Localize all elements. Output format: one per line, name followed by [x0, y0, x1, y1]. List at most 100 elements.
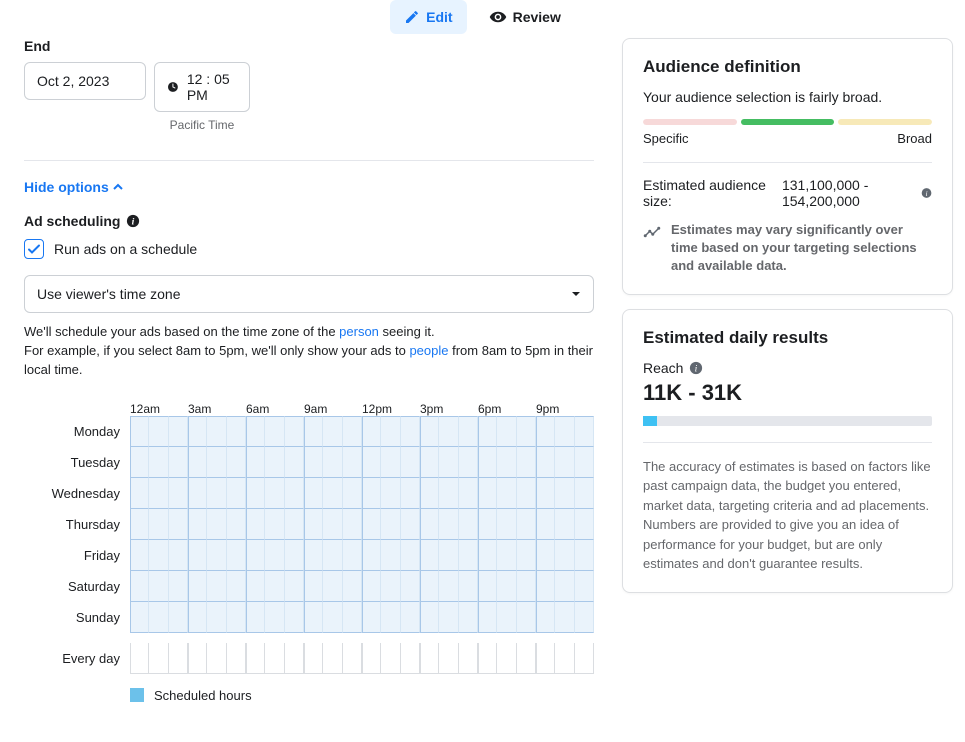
schedule-cell[interactable]	[343, 478, 362, 509]
schedule-cell[interactable]	[149, 478, 168, 509]
schedule-cell[interactable]	[555, 509, 574, 540]
schedule-cell[interactable]	[285, 478, 304, 509]
schedule-cell[interactable]	[497, 540, 516, 571]
person-link[interactable]: person	[339, 324, 379, 339]
schedule-cell[interactable]	[575, 447, 594, 478]
schedule-cell[interactable]	[362, 478, 381, 509]
schedule-cell[interactable]	[188, 416, 207, 447]
schedule-cell[interactable]	[207, 602, 226, 633]
schedule-cell[interactable]	[304, 602, 323, 633]
schedule-cell[interactable]	[169, 416, 188, 447]
schedule-cell[interactable]	[304, 571, 323, 602]
schedule-cell[interactable]	[130, 478, 149, 509]
schedule-cell[interactable]	[149, 416, 168, 447]
schedule-cell[interactable]	[227, 643, 246, 674]
schedule-cell[interactable]	[362, 643, 381, 674]
schedule-cell[interactable]	[362, 540, 381, 571]
schedule-cell[interactable]	[555, 602, 574, 633]
schedule-cell[interactable]	[536, 478, 555, 509]
schedule-cell[interactable]	[323, 540, 342, 571]
schedule-cell[interactable]	[478, 602, 497, 633]
schedule-cell[interactable]	[246, 478, 265, 509]
schedule-cell[interactable]	[401, 478, 420, 509]
schedule-cell[interactable]	[285, 509, 304, 540]
schedule-cell[interactable]	[555, 478, 574, 509]
schedule-cell[interactable]	[497, 643, 516, 674]
schedule-cell[interactable]	[478, 509, 497, 540]
schedule-cell[interactable]	[575, 643, 594, 674]
schedule-cell[interactable]	[575, 509, 594, 540]
schedule-cell[interactable]	[517, 416, 536, 447]
schedule-cell[interactable]	[265, 643, 284, 674]
schedule-cell[interactable]	[362, 509, 381, 540]
schedule-cell[interactable]	[323, 571, 342, 602]
schedule-cell[interactable]	[285, 602, 304, 633]
schedule-cell[interactable]	[478, 540, 497, 571]
schedule-cell[interactable]	[536, 416, 555, 447]
schedule-cell[interactable]	[381, 478, 400, 509]
schedule-cell[interactable]	[323, 643, 342, 674]
schedule-cell[interactable]	[497, 478, 516, 509]
schedule-cell[interactable]	[323, 416, 342, 447]
schedule-cell[interactable]	[149, 643, 168, 674]
schedule-cell[interactable]	[304, 643, 323, 674]
schedule-cell[interactable]	[227, 509, 246, 540]
schedule-cell[interactable]	[207, 643, 226, 674]
schedule-cell[interactable]	[536, 571, 555, 602]
schedule-cell[interactable]	[381, 416, 400, 447]
schedule-cell[interactable]	[323, 478, 342, 509]
schedule-cell[interactable]	[246, 447, 265, 478]
schedule-cell[interactable]	[343, 416, 362, 447]
schedule-cell[interactable]	[130, 447, 149, 478]
schedule-cell[interactable]	[343, 540, 362, 571]
schedule-cell[interactable]	[227, 416, 246, 447]
schedule-cell[interactable]	[285, 571, 304, 602]
schedule-cell[interactable]	[207, 416, 226, 447]
schedule-cell[interactable]	[246, 602, 265, 633]
schedule-cell[interactable]	[362, 416, 381, 447]
schedule-cell[interactable]	[401, 509, 420, 540]
schedule-cell[interactable]	[130, 571, 149, 602]
schedule-cell[interactable]	[459, 509, 478, 540]
schedule-cell[interactable]	[381, 571, 400, 602]
schedule-cell[interactable]	[439, 416, 458, 447]
schedule-cell[interactable]	[285, 416, 304, 447]
schedule-cell[interactable]	[304, 478, 323, 509]
schedule-cell[interactable]	[575, 478, 594, 509]
schedule-cell[interactable]	[265, 571, 284, 602]
schedule-cell[interactable]	[149, 602, 168, 633]
schedule-cell[interactable]	[401, 447, 420, 478]
tab-edit[interactable]: Edit	[390, 0, 466, 34]
schedule-cell[interactable]	[497, 447, 516, 478]
schedule-cell[interactable]	[381, 447, 400, 478]
schedule-cell[interactable]	[188, 509, 207, 540]
schedule-cell[interactable]	[497, 509, 516, 540]
schedule-cell[interactable]	[459, 643, 478, 674]
end-date-input[interactable]: Oct 2, 2023	[24, 62, 146, 100]
schedule-cell[interactable]	[285, 540, 304, 571]
schedule-cell[interactable]	[420, 540, 439, 571]
schedule-cell[interactable]	[265, 509, 284, 540]
schedule-cell[interactable]	[381, 602, 400, 633]
schedule-cell[interactable]	[227, 602, 246, 633]
schedule-cell[interactable]	[207, 540, 226, 571]
schedule-cell[interactable]	[478, 571, 497, 602]
end-time-input[interactable]: 12 : 05 PM	[154, 62, 250, 112]
info-icon[interactable]: i	[126, 214, 140, 228]
run-on-schedule-checkbox[interactable]	[24, 239, 44, 259]
schedule-cell[interactable]	[536, 540, 555, 571]
schedule-cell[interactable]	[420, 478, 439, 509]
schedule-cell[interactable]	[439, 602, 458, 633]
schedule-cell[interactable]	[420, 643, 439, 674]
schedule-cell[interactable]	[323, 447, 342, 478]
schedule-cell[interactable]	[304, 540, 323, 571]
schedule-cell[interactable]	[246, 571, 265, 602]
schedule-cell[interactable]	[439, 643, 458, 674]
schedule-cell[interactable]	[188, 571, 207, 602]
schedule-cell[interactable]	[420, 416, 439, 447]
schedule-cell[interactable]	[401, 571, 420, 602]
schedule-cell[interactable]	[246, 540, 265, 571]
schedule-cell[interactable]	[343, 447, 362, 478]
schedule-cell[interactable]	[265, 416, 284, 447]
schedule-cell[interactable]	[575, 540, 594, 571]
